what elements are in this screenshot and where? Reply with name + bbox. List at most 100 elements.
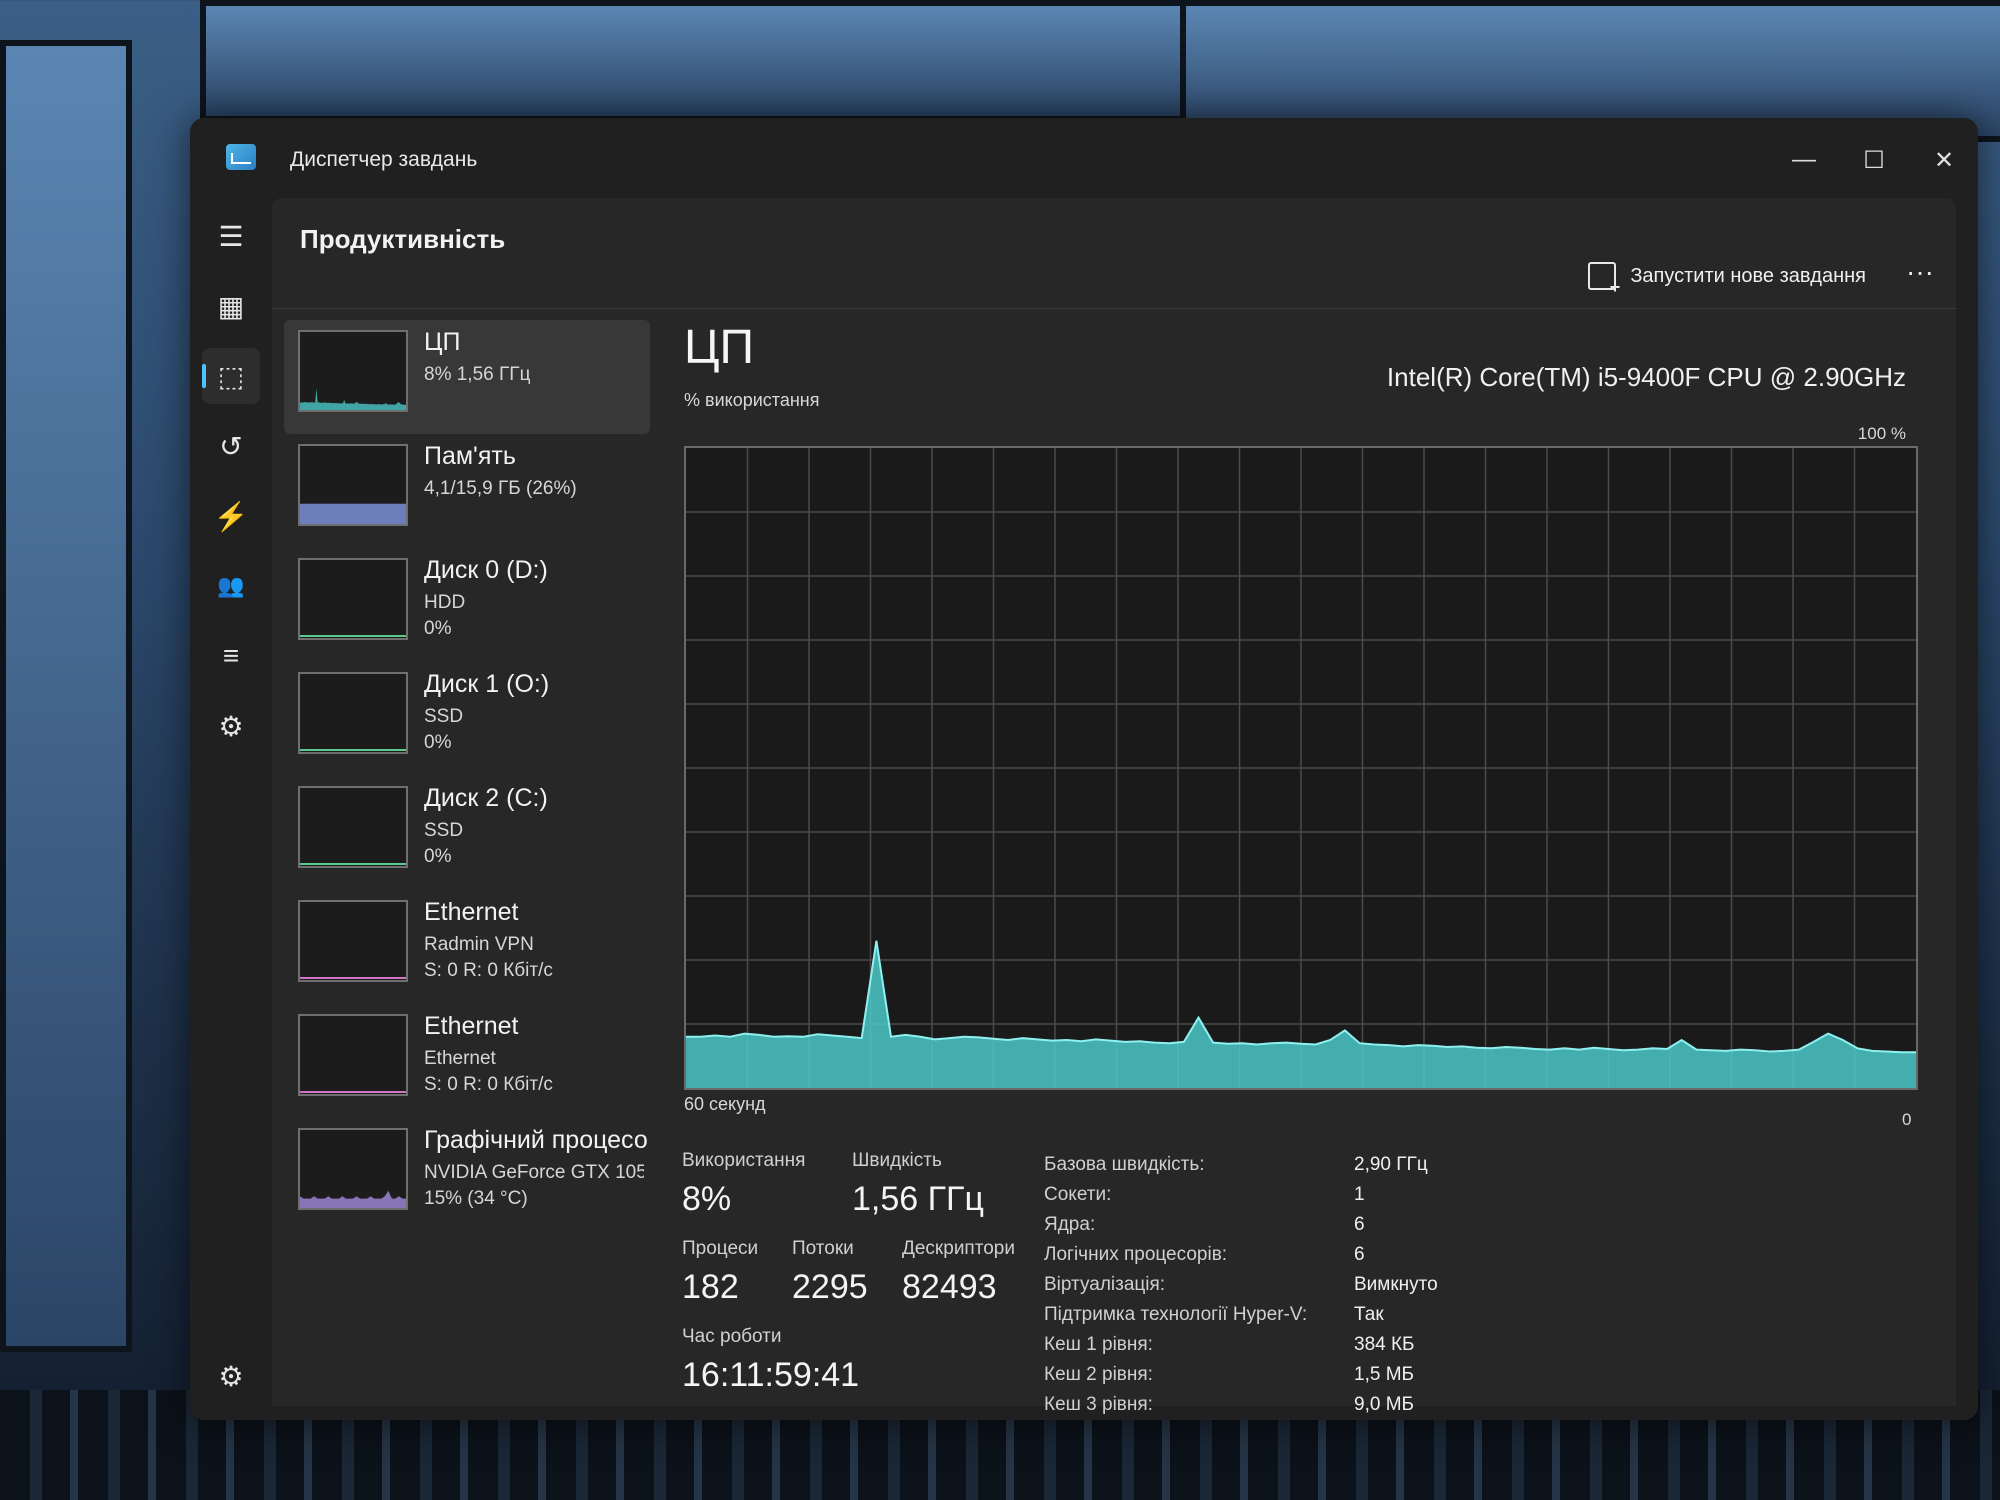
cpu-usage-graph-svg (686, 448, 1916, 1088)
handles-label: Дескриптори (902, 1238, 1015, 1259)
spec-label: Кеш 1 рівня: (1044, 1334, 1153, 1355)
title-bar[interactable]: Диспетчер завдань — ☐ ✕ (190, 118, 1978, 198)
speed-value: 1,56 ГГц (852, 1180, 984, 1218)
throughput: S: 0 R: 0 Кбіт/с (424, 960, 553, 981)
task-manager-window: Диспетчер завдань — ☐ ✕ ☰ ▦ ⬚ ↺ ⚡ 👥 ≡ ⚙ … (190, 118, 1978, 1420)
perf-item-ethernet[interactable]: Ethernet Ethernet S: 0 R: 0 Кбіт/с (284, 1004, 650, 1118)
perf-item-detail: SSD 0% (424, 704, 463, 756)
cpu-model: Intel(R) Core(TM) i5-9400F CPU @ 2.90GHz (1386, 362, 1906, 392)
disk-1-thumbnail-svg (300, 749, 406, 751)
task-manager-app-icon (226, 144, 256, 170)
hamburger-menu-icon[interactable]: ☰ (202, 208, 260, 264)
spec-value: 384 КБ (1354, 1334, 1415, 1355)
app-history-icon[interactable]: ↺ (202, 418, 260, 474)
thumbnail-usage-area (300, 1190, 406, 1208)
perf-item-name: Графічний процесор (424, 1126, 648, 1154)
perf-item-name: Диск 1 (O:) (424, 670, 550, 698)
background-window-top (200, 0, 1212, 122)
cpu-title: ЦП (684, 321, 755, 374)
page-title: Продуктивність (300, 224, 506, 254)
threads-label: Потоки (792, 1238, 854, 1259)
run-new-task-label: Запустити нове завдання (1630, 264, 1866, 287)
gpu-thumbnail-svg (300, 1190, 406, 1208)
performance-page: Продуктивність Запустити нове завдання ·… (272, 198, 1956, 1415)
perf-item-detail: HDD 0% (424, 590, 465, 642)
navigation-sidebar: ☰ ▦ ⬚ ↺ ⚡ 👥 ≡ ⚙ ⚙ (190, 198, 272, 1420)
graph-time-label: 60 секунд (684, 1094, 766, 1114)
minimize-button[interactable]: — (1780, 140, 1828, 180)
disk-1-thumbnail-graph (298, 672, 408, 754)
perf-item-detail: NVIDIA GeForce GTX 1050 15% (34 °C) (424, 1160, 644, 1212)
spec-label: Ядра: (1044, 1214, 1096, 1235)
perf-item-name: ЦП (424, 328, 461, 356)
disk-2-thumbnail-graph (298, 786, 408, 868)
spec-label: Сокети: (1044, 1184, 1112, 1205)
memory-thumbnail-graph (298, 444, 408, 526)
disk-2-thumbnail-svg (300, 863, 406, 865)
users-icon[interactable]: 👥 (202, 558, 260, 614)
perf-item-name: Диск 0 (D:) (424, 556, 548, 584)
cpu-usage-graph (684, 446, 1918, 1090)
perf-item-name: Пам'ять (424, 442, 516, 470)
startup-apps-icon[interactable]: ⚡ (202, 488, 260, 544)
spec-value: 2,90 ГГц (1354, 1154, 1428, 1175)
disk-usage: 0% (424, 846, 452, 867)
adapter-name: Radmin VPN (424, 934, 534, 955)
more-options-button[interactable]: ··· (1906, 256, 1934, 288)
perf-item-name: Диск 2 (C:) (424, 784, 548, 812)
disk-usage: 0% (424, 618, 452, 639)
memory-thumbnail-svg (300, 503, 406, 524)
thumbnail-usage-area (300, 388, 406, 410)
run-new-task-button[interactable]: Запустити нове завдання (1588, 262, 1866, 298)
settings-gear-icon[interactable]: ⚙ (202, 1348, 260, 1404)
perf-item-detail: Ethernet S: 0 R: 0 Кбіт/с (424, 1046, 553, 1098)
ethernet-thumbnail-svg (300, 977, 406, 979)
run-task-icon (1588, 262, 1620, 298)
spec-value: 1 (1354, 1184, 1365, 1205)
details-icon[interactable]: ≡ (202, 628, 260, 684)
utilization-value: 8% (682, 1180, 732, 1218)
performance-icon[interactable]: ⬚ (202, 348, 260, 404)
ethernet-thumbnail-svg (300, 1091, 406, 1093)
throughput: S: 0 R: 0 Кбіт/с (424, 1074, 553, 1095)
cpu-thumbnail-graph (298, 330, 408, 412)
maximize-button[interactable]: ☐ (1850, 140, 1898, 180)
uptime-label: Час роботи (682, 1326, 782, 1347)
perf-item-ethernet-radmin[interactable]: Ethernet Radmin VPN S: 0 R: 0 Кбіт/с (284, 890, 650, 1004)
perf-item-gpu[interactable]: Графічний процесор NVIDIA GeForce GTX 10… (284, 1118, 650, 1232)
perf-item-name: Ethernet (424, 898, 519, 926)
processes-icon[interactable]: ▦ (202, 278, 260, 334)
background-window-left (0, 40, 132, 1352)
processes-label: Процеси (682, 1238, 759, 1259)
threads-value: 2295 (792, 1268, 868, 1306)
perf-item-cpu[interactable]: ЦП 8% 1,56 ГГц (284, 320, 650, 434)
perf-item-disk-1[interactable]: Диск 1 (O:) SSD 0% (284, 662, 650, 776)
cpu-thumbnail-svg (300, 388, 406, 410)
perf-item-disk-2[interactable]: Диск 2 (C:) SSD 0% (284, 776, 650, 890)
gpu-model: NVIDIA GeForce GTX 1050 (424, 1162, 644, 1183)
spec-value: 9,0 МБ (1354, 1394, 1414, 1415)
services-icon[interactable]: ⚙ (202, 698, 260, 754)
perf-item-detail: Radmin VPN S: 0 R: 0 Кбіт/с (424, 932, 553, 984)
graph-max-label: 100 % (1857, 424, 1906, 443)
graph-usage-label: % використання (684, 390, 820, 410)
ethernet-thumbnail-graph (298, 1014, 408, 1096)
ethernet-thumbnail-graph (298, 900, 408, 982)
disk-type: SSD (424, 706, 464, 727)
disk-type: SSD (424, 820, 464, 841)
perf-item-disk-0[interactable]: Диск 0 (D:) HDD 0% (284, 548, 650, 662)
spec-label: Віртуалізація: (1044, 1274, 1166, 1295)
spec-value: 1,5 МБ (1354, 1364, 1414, 1385)
utilization-label: Використання (682, 1150, 806, 1171)
perf-item-name: Ethernet (424, 1012, 519, 1040)
spec-label: Підтримка технології Hyper-V: (1044, 1304, 1308, 1325)
close-button[interactable]: ✕ (1920, 140, 1968, 180)
spec-value: 6 (1354, 1214, 1365, 1235)
header-divider (272, 308, 1956, 309)
gpu-thumbnail-graph (298, 1128, 408, 1210)
handles-value: 82493 (902, 1268, 997, 1306)
perf-item-detail: 4,1/15,9 ГБ (26%) (424, 478, 577, 499)
spec-value: Так (1354, 1304, 1384, 1325)
performance-resource-list: ЦП 8% 1,56 ГГц Пам'ять 4,1/15,9 ГБ (26%)… (284, 320, 650, 1232)
perf-item-memory[interactable]: Пам'ять 4,1/15,9 ГБ (26%) (284, 434, 650, 548)
